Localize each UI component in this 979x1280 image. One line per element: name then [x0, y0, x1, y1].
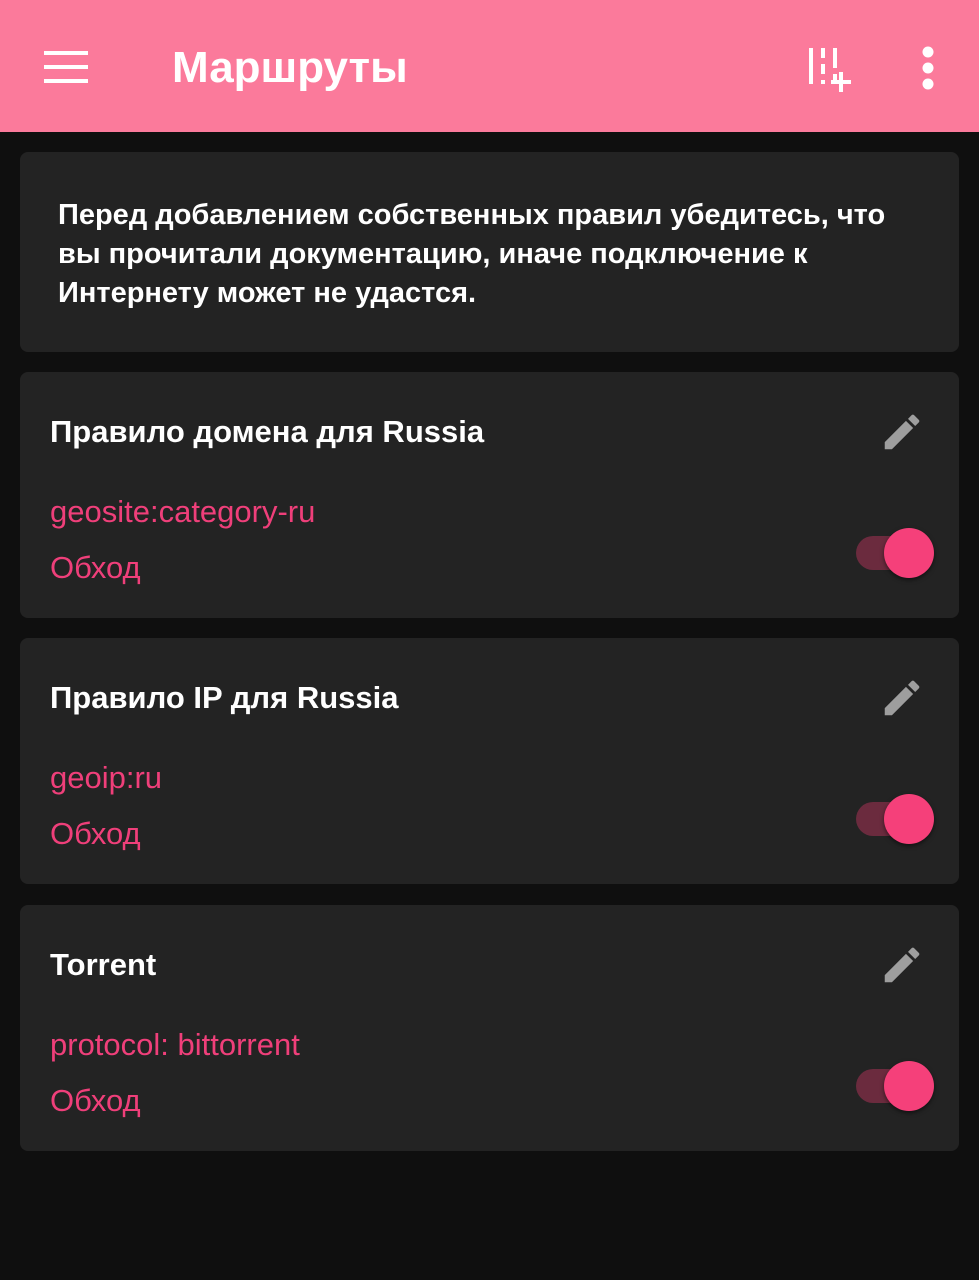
rule-action: Обход — [50, 550, 141, 585]
rule-toggle[interactable] — [856, 794, 934, 844]
pencil-icon — [884, 947, 920, 983]
app-toolbar: Маршруты — [0, 0, 979, 132]
edit-rule-button[interactable] — [872, 935, 932, 995]
rule-title: Правило домена для Russia — [50, 414, 485, 449]
info-card: Перед добавлением собственных правил убе… — [20, 152, 959, 352]
rule-toggle[interactable] — [856, 528, 934, 578]
info-text: Перед добавлением собственных правил убе… — [58, 199, 886, 309]
more-options-button[interactable] — [900, 36, 956, 100]
rule-pattern: geoip:ru — [50, 760, 163, 795]
edit-rule-button[interactable] — [872, 402, 932, 462]
more-vert-icon — [922, 46, 934, 90]
rule-title: Правило IP для Russia — [50, 680, 399, 715]
rule-card[interactable]: Torrent protocol: bittorrent Обход — [20, 905, 959, 1151]
rule-card[interactable]: Правило IP для Russia geoip:ru Обход — [20, 638, 959, 884]
rule-card[interactable]: Правило домена для Russia geosite:catego… — [20, 372, 959, 618]
pencil-icon — [884, 414, 920, 450]
toggle-knob — [884, 1061, 934, 1111]
add-rule-icon — [809, 48, 851, 92]
rule-pattern: geosite:category-ru — [50, 494, 316, 529]
rule-action: Обход — [50, 816, 141, 851]
pencil-icon — [884, 680, 920, 716]
add-rule-button[interactable] — [792, 36, 864, 100]
menu-button[interactable] — [28, 32, 104, 102]
menu-icon — [44, 51, 88, 83]
rule-pattern: protocol: bittorrent — [50, 1027, 300, 1062]
routes-screen: Маршруты Перед добавлением собственных п… — [0, 0, 979, 1280]
edit-rule-button[interactable] — [872, 668, 932, 728]
rule-action: Обход — [50, 1083, 141, 1118]
toggle-knob — [884, 528, 934, 578]
toggle-knob — [884, 794, 934, 844]
rule-title: Torrent — [50, 947, 157, 982]
page-title: Маршруты — [172, 43, 408, 92]
rule-toggle[interactable] — [856, 1061, 934, 1111]
